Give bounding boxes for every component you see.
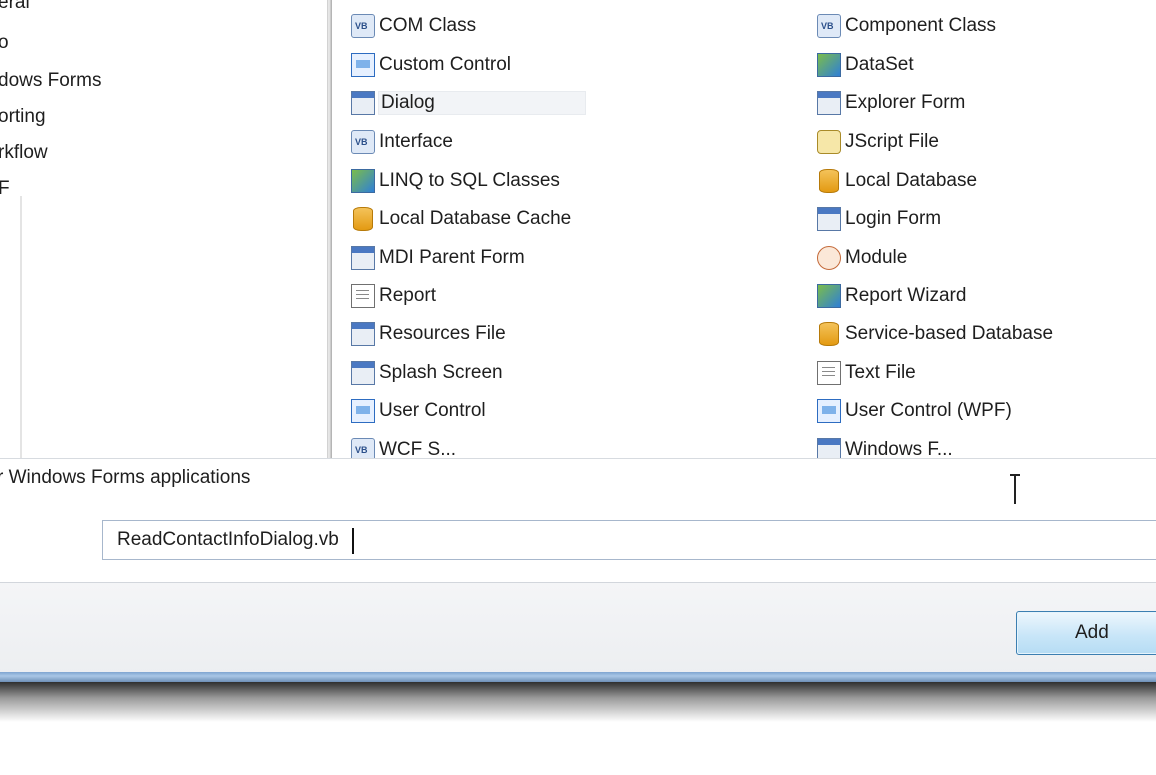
text-caret (352, 528, 354, 554)
tree-item-wpf[interactable]: F (0, 178, 10, 200)
template-label: Report Wizard (845, 285, 967, 306)
template-label: Windows F... (845, 439, 953, 458)
template-label: Text File (845, 362, 916, 383)
report-icon (351, 284, 375, 308)
template-label: Service-based Database (845, 323, 1054, 344)
template-label: Local Database (845, 170, 978, 191)
pane-splitter[interactable] (327, 0, 332, 458)
template-report[interactable]: Report (351, 280, 436, 312)
template-label: Explorer Form (845, 92, 966, 113)
template-label: LINQ to SQL Classes (379, 170, 560, 191)
template-module[interactable]: Module (817, 242, 907, 274)
name-input[interactable] (102, 520, 1156, 560)
template-user-control-wpf[interactable]: User Control (WPF) (817, 395, 1012, 427)
report-wizard-icon (817, 284, 841, 308)
template-label: MDI Parent Form (379, 247, 525, 268)
template-label: WCF S... (379, 439, 457, 458)
template-windows-form[interactable]: Windows F... (817, 434, 953, 458)
component-class-icon (817, 14, 841, 38)
template-label: Interface (379, 131, 453, 152)
template-custom-control[interactable]: Custom Control (351, 49, 511, 81)
template-dialog[interactable]: Dialog (351, 87, 586, 119)
template-label: User Control (WPF) (845, 400, 1012, 421)
wcf-service-icon (351, 438, 375, 458)
dialog-button-band: Add (0, 582, 1156, 678)
template-label: Dialog (378, 91, 586, 115)
template-label: Report (379, 285, 437, 306)
template-text-file[interactable]: Text File (817, 357, 916, 389)
category-tree[interactable]: eral o dows Forms orting rkflow F (0, 0, 330, 458)
template-label: Custom Control (379, 54, 511, 75)
template-resources-file[interactable]: Resources File (351, 318, 506, 350)
tree-item-general[interactable]: eral (0, 0, 30, 14)
template-wcf-service[interactable]: WCF S... (351, 434, 456, 458)
template-description-bar: r Windows Forms applications (0, 458, 1156, 505)
template-jscript-file[interactable]: JScript File (817, 126, 939, 158)
windows-form-icon (817, 438, 841, 458)
template-label: JScript File (845, 131, 939, 152)
resources-icon (351, 322, 375, 346)
vb-class-icon (351, 14, 375, 38)
template-com-class[interactable]: COM Class (351, 10, 476, 42)
template-label: User Control (379, 400, 486, 421)
template-mdi-parent-form[interactable]: MDI Parent Form (351, 242, 525, 274)
tree-item-windows-forms[interactable]: dows Forms (0, 70, 101, 92)
text-cursor-icon (1010, 474, 1020, 508)
template-label: Splash Screen (379, 362, 503, 383)
template-description: r Windows Forms applications (0, 467, 251, 488)
database-cache-icon (353, 207, 373, 231)
database-icon (819, 169, 839, 193)
wpf-user-control-icon (817, 399, 841, 423)
template-splash-screen[interactable]: Splash Screen (351, 357, 503, 389)
dialog-icon (351, 91, 375, 115)
template-dataset[interactable]: DataSet (817, 49, 914, 81)
template-label: DataSet (845, 54, 914, 75)
template-local-database[interactable]: Local Database (817, 165, 977, 197)
background-area (0, 722, 1156, 775)
name-row (0, 504, 1156, 582)
tree-guide-line (20, 196, 22, 458)
mdi-form-icon (351, 246, 375, 270)
template-report-wizard[interactable]: Report Wizard (817, 280, 966, 312)
add-button[interactable]: Add (1016, 611, 1156, 655)
dataset-icon (817, 53, 841, 77)
linq-icon (351, 169, 375, 193)
template-user-control[interactable]: User Control (351, 395, 486, 427)
tree-item-workflow[interactable]: rkflow (0, 142, 48, 164)
custom-control-icon (351, 53, 375, 77)
template-interface[interactable]: Interface (351, 126, 453, 158)
template-label: Component Class (845, 15, 997, 36)
user-control-icon (351, 399, 375, 423)
tree-item-web[interactable]: o (0, 32, 9, 54)
dialog-shadow (0, 682, 1156, 722)
template-service-based-database[interactable]: Service-based Database (817, 318, 1053, 350)
module-icon (817, 246, 841, 270)
text-file-icon (817, 361, 841, 385)
template-label: Local Database Cache (379, 208, 572, 229)
login-form-icon (817, 207, 841, 231)
explorer-form-icon (817, 91, 841, 115)
template-explorer-form[interactable]: Explorer Form (817, 87, 965, 119)
template-label: Module (845, 247, 908, 268)
tree-item-reporting[interactable]: orting (0, 106, 46, 128)
template-linq-to-sql[interactable]: LINQ to SQL Classes (351, 165, 560, 197)
template-login-form[interactable]: Login Form (817, 203, 941, 235)
template-local-database-cache[interactable]: Local Database Cache (351, 203, 571, 235)
template-component-class[interactable]: Component Class (817, 10, 996, 42)
jscript-icon (817, 130, 841, 154)
template-label: Login Form (845, 208, 942, 229)
template-label: Resources File (379, 323, 506, 344)
database-icon (819, 322, 839, 346)
template-label: COM Class (379, 15, 477, 36)
dialog-frame-edge (0, 672, 1156, 682)
vb-interface-icon (351, 130, 375, 154)
splash-screen-icon (351, 361, 375, 385)
templates-list: COM Class Custom Control Dialog Interfac… (333, 0, 1156, 458)
